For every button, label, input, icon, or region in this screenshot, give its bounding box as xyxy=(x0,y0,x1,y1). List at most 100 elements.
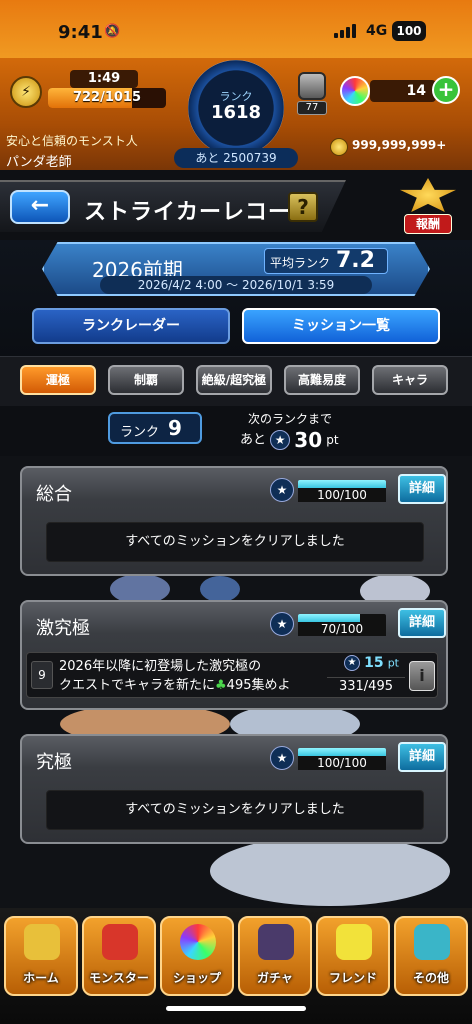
friend-icon xyxy=(336,924,372,960)
gold-icon xyxy=(330,138,348,156)
network-label: 4G xyxy=(366,23,388,39)
orb-icon xyxy=(340,76,370,106)
help-button[interactable]: ? xyxy=(288,192,318,222)
category-tabs: 運極 制覇 絶級/超究極 高難易度 キャラ xyxy=(0,356,472,406)
mission-reward-unit: pt xyxy=(387,656,399,670)
mission-card-gekikyu: 激究極 ★ 70/100 詳細 9 2026年以降に初登場した激究極の クエスト… xyxy=(20,600,448,710)
nav-other[interactable]: その他 xyxy=(394,916,468,996)
home-indicator[interactable] xyxy=(166,1006,306,1011)
nav-label: モンスター xyxy=(89,971,149,985)
buy-orb-button[interactable]: + xyxy=(432,76,460,104)
nav-label: ホーム xyxy=(23,971,59,985)
nav-label: その他 xyxy=(412,971,449,985)
mission-description: 2026年以降に初登場した激究極の クエストでキャラを新たに♣495集めよ xyxy=(59,657,327,695)
item-count: 77 xyxy=(297,101,327,115)
nav-label: フレンド xyxy=(328,971,377,985)
player-rank-value: 1618 xyxy=(210,102,262,123)
bell-muted-icon: 🔕 xyxy=(104,24,121,39)
card-title: 総合 xyxy=(36,484,72,505)
mission-card-sogo: 総合 ★ 100/100 詳細 すべてのミッションをクリアしました xyxy=(20,466,448,576)
season-period: 2026/4/2 4:00 ～ 2026/10/1 3:59 xyxy=(100,276,372,294)
avg-rank-label: 平均ランク xyxy=(270,256,331,270)
gacha-icon xyxy=(258,924,294,960)
background-character-art xyxy=(210,836,450,906)
title-row: ← ストライカーレコード ? 報酬 xyxy=(0,170,472,240)
card-progress-bar: 100/100 xyxy=(298,480,386,502)
stamina-timer: 1:49 xyxy=(70,70,138,88)
clover-icon: ♣ xyxy=(215,678,227,693)
tab-seiha[interactable]: 制覇 xyxy=(108,365,184,395)
rank-radar-button[interactable]: ランクレーダー xyxy=(32,308,230,344)
reward-button[interactable]: 報酬 xyxy=(398,178,458,236)
nav-label: ガチャ xyxy=(257,971,293,985)
mission-reward-points: 15 xyxy=(364,655,384,671)
user-name: パンダ老師 xyxy=(6,155,72,170)
card-progress-bar: 100/100 xyxy=(298,748,386,770)
info-button[interactable]: i xyxy=(409,661,435,691)
next-rank-unit: pt xyxy=(326,433,339,447)
gold-value: 999,999,999+ xyxy=(352,138,447,152)
card-title: 究極 xyxy=(36,752,72,773)
point-star-icon: ★ xyxy=(270,478,294,502)
player-header: ⚡ 1:49 722/1015 ランク 1618 あと 2500739 77 1… xyxy=(0,58,472,170)
orb-count: 14 xyxy=(370,80,436,102)
status-time: 9:41 xyxy=(58,22,103,43)
home-icon xyxy=(24,924,60,960)
mission-row[interactable]: 9 2026年以降に初登場した激究極の クエストでキャラを新たに♣495集めよ … xyxy=(26,652,438,698)
item-box[interactable]: 77 xyxy=(296,72,328,115)
category-rank-row: ランク 9 次のランクまで あと ★ 30 pt xyxy=(0,406,472,456)
status-bar: 9:41 🔕 4G 100 xyxy=(0,0,472,58)
nav-home[interactable]: ホーム xyxy=(4,916,78,996)
mission-text-line1: 2026年以降に初登場した激究極の xyxy=(59,659,262,674)
page-title: ストライカーレコード xyxy=(84,200,315,225)
mission-text-line2a: クエストでキャラを新たに xyxy=(59,678,216,693)
progress-text: 100/100 xyxy=(298,488,386,502)
nav-monster[interactable]: モンスター xyxy=(82,916,156,996)
point-star-icon: ★ xyxy=(343,655,360,671)
point-star-icon: ★ xyxy=(270,746,294,770)
category-rank-label: ランク xyxy=(120,425,160,440)
next-rank-points: あと ★ 30 pt xyxy=(240,428,339,452)
nav-shop[interactable]: ショップ xyxy=(160,916,234,996)
user-title: 安心と信頼のモンスト人 xyxy=(6,134,138,148)
all-clear-message: すべてのミッションをクリアしました xyxy=(46,522,424,562)
avg-rank-value: 7.2 xyxy=(336,248,375,273)
next-rank-points-value: 30 xyxy=(294,428,323,452)
category-rank-value: 9 xyxy=(168,416,182,440)
detail-button[interactable]: 詳細 xyxy=(398,474,446,504)
signal-icon xyxy=(334,24,356,38)
nav-gacha[interactable]: ガチャ xyxy=(238,916,312,996)
next-rank-label: 次のランクまで xyxy=(248,412,333,426)
nav-friend[interactable]: フレンド xyxy=(316,916,390,996)
shop-orb-icon xyxy=(180,924,216,960)
back-arrow-icon: ← xyxy=(30,193,50,218)
tab-high-difficulty[interactable]: 高難易度 xyxy=(284,365,360,395)
mission-count: 331/495 xyxy=(327,677,405,695)
other-icon xyxy=(414,924,450,960)
battery-icon: 100 xyxy=(392,21,426,41)
stamina-value: 722/1015 xyxy=(72,90,142,105)
card-title: 激究極 xyxy=(36,618,90,639)
monster-icon xyxy=(102,924,138,960)
item-box-icon xyxy=(298,72,326,100)
detail-button[interactable]: 詳細 xyxy=(398,742,446,772)
category-rank-badge: ランク 9 xyxy=(108,412,202,444)
tab-character[interactable]: キャラ xyxy=(372,365,448,395)
mission-reward: ★ 15 pt xyxy=(327,655,405,675)
progress-text: 100/100 xyxy=(298,756,386,770)
progress-text: 70/100 xyxy=(298,622,386,636)
player-rank-badge[interactable]: ランク 1618 xyxy=(188,60,284,156)
back-button[interactable]: ← xyxy=(10,190,70,224)
mission-number: 9 xyxy=(31,661,53,689)
stamina-icon: ⚡ xyxy=(10,76,42,108)
detail-button[interactable]: 詳細 xyxy=(398,608,446,638)
card-progress-bar: 70/100 xyxy=(298,614,386,636)
background-character-art xyxy=(200,576,240,602)
tab-unkyoku[interactable]: 運極 xyxy=(20,365,96,395)
tab-zekkyu[interactable]: 絶級/超究極 xyxy=(196,365,272,395)
mission-text-line2b: 495集めよ xyxy=(226,678,291,693)
mission-list-button[interactable]: ミッション一覧 xyxy=(242,308,440,344)
stamina-bar: 722/1015 xyxy=(48,88,166,108)
next-rank-prefix: あと xyxy=(240,432,267,448)
reward-star-icon xyxy=(400,178,456,212)
